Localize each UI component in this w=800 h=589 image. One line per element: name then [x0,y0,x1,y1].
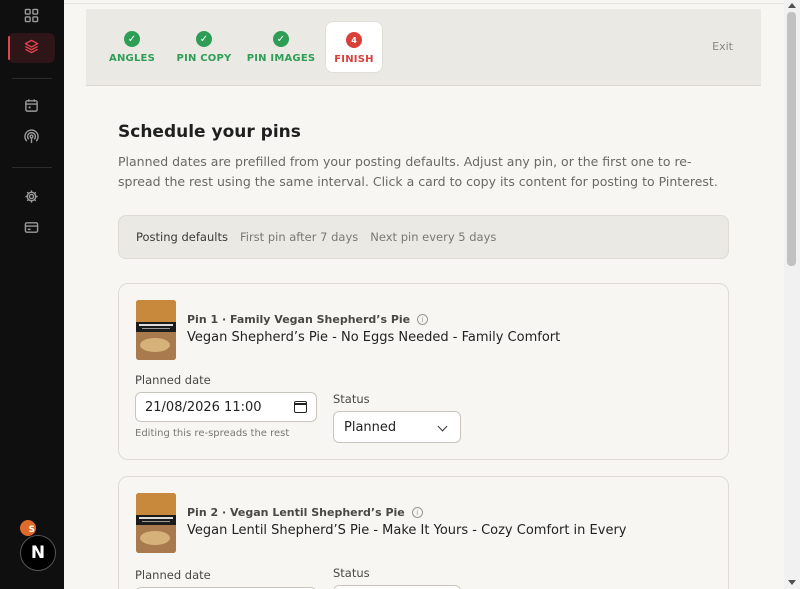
logo-letter: N [30,543,46,563]
scrollbar-thumb[interactable] [787,12,796,266]
planned-date-input[interactable]: 21/08/2026 11:00 [135,392,317,422]
pin-title: Vegan Lentil Shepherd’S Pie - Make It Yo… [187,523,627,538]
step-label: ANGLES [109,53,155,64]
dashboard-icon [24,8,39,27]
status-select[interactable]: Planned [333,411,461,443]
sidebar-divider [12,78,52,79]
status-select[interactable] [333,585,461,589]
page-title: Schedule your pins [118,122,301,142]
next-logo[interactable]: N [20,535,56,571]
pin-thumbnail [136,300,176,360]
next-pin-default: Next pin every 5 days [370,230,497,244]
step-label: FINISH [334,54,374,65]
broadcast-icon [24,128,39,148]
sidebar-item-layers[interactable] [8,33,55,63]
check-icon: ✓ [124,31,140,47]
layers-icon [24,39,39,58]
page-description: Planned dates are prefilled from your po… [118,154,718,189]
pin-meta-text: Pin 2 · Vegan Lentil Shepherd’s Pie [187,506,405,519]
pin-card[interactable]: Pin 1 · Family Vegan Shepherd’s Pie i Ve… [118,283,729,460]
step-label: PIN COPY [176,53,232,64]
exit-link[interactable]: Exit [712,40,733,53]
pin-meta: Pin 2 · Vegan Lentil Shepherd’s Pie i [187,506,423,519]
first-pin-default: First pin after 7 days [239,230,359,244]
step-number: 4 [346,32,362,48]
planned-date-label: Planned date [135,568,211,582]
step-angles[interactable]: ✓ ANGLES [109,21,155,73]
user-initial: S [28,525,35,535]
step-pin-images[interactable]: ✓ PIN IMAGES [247,21,315,73]
status-value: Planned [344,419,397,435]
sidebar: S N [0,0,64,589]
respread-hint: Editing this re-spreads the rest [135,428,290,439]
wizard-stepper: ✓ ANGLES ✓ PIN COPY ✓ PIN IMAGES 4 FINIS… [86,9,761,86]
sidebar-item-billing[interactable] [8,214,55,244]
pin-meta: Pin 1 · Family Vegan Shepherd’s Pie i [187,313,429,326]
sidebar-divider [12,167,52,168]
top-border [64,0,784,4]
calendar-icon[interactable] [294,401,307,413]
page-scrollbar[interactable] [784,0,800,589]
defaults-label: Posting defaults [136,230,228,244]
chevron-down-icon [437,421,448,432]
card-icon [24,220,39,239]
sidebar-item-broadcast[interactable] [8,123,55,153]
date-value: 21/08/2026 11:00 [145,399,262,415]
check-icon: ✓ [273,31,289,47]
pin-card[interactable]: Pin 2 · Vegan Lentil Shepherd’s Pie i Ve… [118,476,729,589]
main-content: ✓ ANGLES ✓ PIN COPY ✓ PIN IMAGES 4 FINIS… [64,0,784,589]
step-pin-copy[interactable]: ✓ PIN COPY [176,21,232,73]
pin-meta-text: Pin 1 · Family Vegan Shepherd’s Pie [187,313,411,326]
posting-defaults-bar: Posting defaults First pin after 7 days … [118,215,729,259]
status-label: Status [333,566,370,580]
sidebar-item-settings[interactable] [8,183,55,213]
scroll-down-icon[interactable] [788,580,796,585]
planned-date-label: Planned date [135,373,211,387]
sidebar-item-calendar[interactable] [8,92,55,122]
info-icon[interactable]: i [417,314,429,325]
step-finish[interactable]: 4 FINISH [325,21,383,73]
calendar-icon [24,98,39,117]
scroll-up-icon[interactable] [788,3,796,8]
status-label: Status [333,392,370,406]
info-icon[interactable]: i [411,507,423,518]
step-label: PIN IMAGES [246,53,316,64]
check-icon: ✓ [196,31,212,47]
pin-thumbnail [136,493,176,553]
pin-title: Vegan Shepherd’s Pie - No Eggs Needed - … [187,330,561,345]
user-avatar[interactable]: S [20,520,36,536]
sidebar-item-dashboard[interactable] [8,2,55,32]
gear-icon [24,189,39,208]
